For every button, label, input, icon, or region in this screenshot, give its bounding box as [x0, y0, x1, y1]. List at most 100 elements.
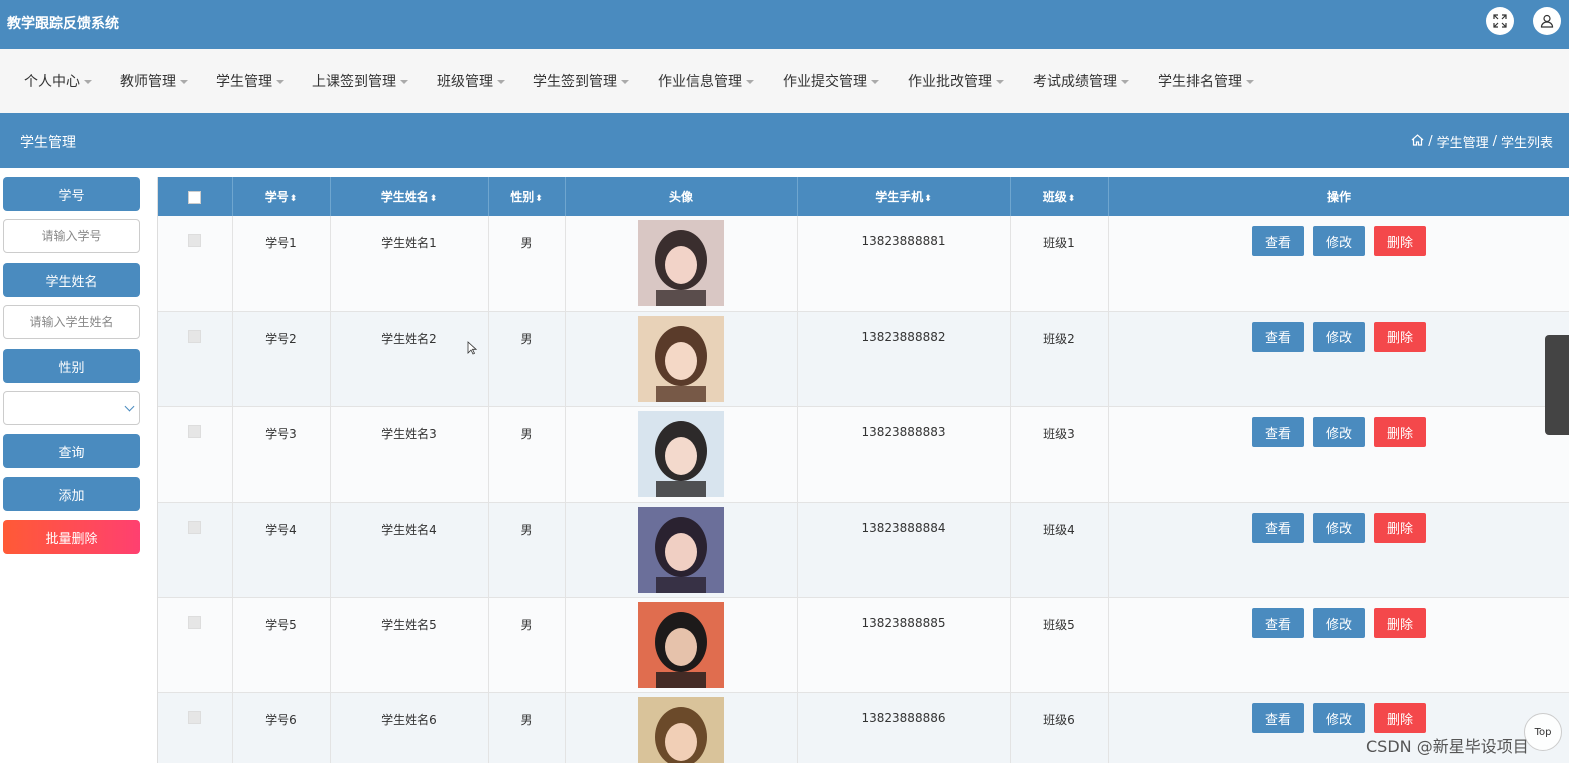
gender-cell: 男 — [488, 692, 566, 763]
avatar-cell — [565, 216, 798, 312]
breadcrumb-item-student-management[interactable]: 学生管理 — [1437, 132, 1489, 151]
avatar — [638, 697, 724, 763]
view-button[interactable]: 查看 — [1252, 321, 1304, 352]
column-header-gender[interactable]: 性别⬍ — [488, 177, 566, 216]
view-button[interactable]: 查看 — [1252, 608, 1304, 639]
breadcrumb-separator: / — [1492, 134, 1497, 149]
actions-cell: 查看 修改 删除 — [1108, 597, 1569, 694]
view-button[interactable]: 查看 — [1252, 226, 1304, 256]
row-checkbox[interactable] — [188, 711, 202, 725]
student-no-input[interactable] — [3, 219, 140, 253]
student-name-cell: 学生姓名3 — [330, 406, 489, 503]
breadcrumb-item-student-list: 学生列表 — [1500, 136, 1553, 151]
row-checkbox[interactable] — [188, 425, 202, 439]
avatar — [638, 220, 724, 306]
edit-button[interactable]: 修改 — [1313, 512, 1365, 543]
phone-cell: 13823888884 — [797, 502, 1011, 599]
chevron-down-icon — [871, 80, 879, 84]
view-button[interactable]: 查看 — [1252, 417, 1304, 448]
mouse-cursor-icon — [467, 341, 477, 355]
sort-icon[interactable]: ⬍ — [924, 194, 932, 204]
class-cell: 班级3 — [1010, 406, 1109, 503]
actions-cell: 查看 修改 删除 — [1108, 502, 1569, 599]
delete-button[interactable]: 删除 — [1374, 321, 1426, 352]
actions-cell: 查看 修改 删除 — [1108, 311, 1569, 408]
gender-cell: 男 — [488, 311, 566, 408]
menu-item-student-ranking-management[interactable]: 学生排名管理 — [1158, 71, 1254, 91]
sort-icon[interactable]: ⬍ — [430, 194, 438, 204]
back-to-top-button[interactable]: Top — [1524, 713, 1562, 751]
row-checkbox[interactable] — [188, 616, 202, 630]
menu-item-exam-score-management[interactable]: 考试成绩管理 — [1033, 71, 1129, 91]
select-all-checkbox[interactable] — [188, 190, 202, 204]
row-select-cell — [158, 692, 233, 763]
chevron-down-icon — [180, 80, 188, 84]
edit-button[interactable]: 修改 — [1313, 417, 1365, 448]
sort-icon[interactable]: ⬍ — [535, 194, 543, 204]
edit-button[interactable]: 修改 — [1313, 608, 1365, 639]
avatar — [638, 411, 724, 498]
view-button[interactable]: 查看 — [1252, 703, 1304, 734]
delete-button[interactable]: 删除 — [1374, 226, 1426, 256]
view-button[interactable]: 查看 — [1252, 512, 1304, 543]
menu-item-teacher-management[interactable]: 教师管理 — [120, 71, 188, 91]
menu-item-student-management[interactable]: 学生管理 — [216, 71, 284, 91]
delete-button[interactable]: 删除 — [1374, 703, 1426, 734]
chevron-down-icon — [1246, 80, 1254, 84]
student-name-cell: 学生姓名1 — [330, 216, 489, 312]
chevron-down-icon — [497, 80, 505, 84]
search-button[interactable]: 查询 — [3, 434, 140, 468]
home-icon[interactable] — [1411, 133, 1424, 150]
row-checkbox[interactable] — [188, 329, 202, 343]
row-checkbox[interactable] — [188, 520, 202, 534]
add-button[interactable]: 添加 — [3, 477, 140, 511]
sort-icon[interactable]: ⬍ — [290, 194, 298, 204]
row-select-cell — [158, 216, 233, 312]
row-select-cell — [158, 597, 233, 694]
menu-item-homework-grading-management[interactable]: 作业批改管理 — [908, 71, 1004, 91]
edit-button[interactable]: 修改 — [1313, 226, 1365, 256]
class-cell: 班级5 — [1010, 597, 1109, 694]
avatar-cell — [565, 502, 798, 599]
top-bar: 教学跟踪反馈系统 — [0, 0, 1569, 49]
fullscreen-icon[interactable] — [1486, 7, 1514, 35]
chevron-down-icon — [996, 80, 1004, 84]
phone-cell: 13823888882 — [797, 311, 1011, 408]
avatar-cell — [565, 692, 798, 763]
phone-cell: 13823888885 — [797, 597, 1011, 694]
delete-button[interactable]: 删除 — [1374, 512, 1426, 543]
menu-item-class-checkin-management[interactable]: 上课签到管理 — [312, 71, 408, 91]
student-name-input[interactable] — [3, 305, 140, 339]
gender-label: 性别 — [3, 349, 140, 383]
column-header-actions: 操作 — [1108, 177, 1569, 216]
user-icon[interactable] — [1533, 7, 1561, 35]
menu-item-homework-submit-management[interactable]: 作业提交管理 — [783, 71, 879, 91]
menu-item-student-checkin-management[interactable]: 学生签到管理 — [533, 71, 629, 91]
student-no-label: 学号 — [3, 177, 140, 211]
table-header-row: 学号⬍ 学生姓名⬍ 性别⬍ 头像 学生手机⬍ 班级⬍ 操作 — [158, 177, 1569, 216]
row-checkbox[interactable] — [188, 234, 202, 247]
phone-cell: 13823888883 — [797, 406, 1011, 503]
column-header-student-no[interactable]: 学号⬍ — [232, 177, 331, 216]
menu-item-homework-info-management[interactable]: 作业信息管理 — [658, 71, 754, 91]
avatar — [638, 506, 724, 593]
delete-button[interactable]: 删除 — [1374, 417, 1426, 448]
delete-button[interactable]: 删除 — [1374, 608, 1426, 639]
watermark: CSDN @新星毕设项目 — [1366, 737, 1529, 756]
column-header-class[interactable]: 班级⬍ — [1010, 177, 1109, 216]
side-drawer-handle[interactable] — [1545, 335, 1569, 435]
menu-item-class-management[interactable]: 班级管理 — [437, 71, 505, 91]
class-cell: 班级6 — [1010, 692, 1109, 763]
table-row: 学号6 学生姓名6 男 13823888886 班级6 查看 修改 删除 — [158, 692, 1569, 763]
gender-cell: 男 — [488, 502, 566, 599]
column-header-student-name[interactable]: 学生姓名⬍ — [330, 177, 489, 216]
column-header-phone[interactable]: 学生手机⬍ — [797, 177, 1011, 216]
edit-button[interactable]: 修改 — [1313, 321, 1365, 352]
batch-delete-button[interactable]: 批量删除 — [3, 520, 140, 554]
gender-select[interactable] — [3, 391, 140, 425]
edit-button[interactable]: 修改 — [1313, 703, 1365, 734]
menu-item-personal-center[interactable]: 个人中心 — [24, 71, 92, 91]
student-no-cell: 学号6 — [232, 692, 331, 763]
student-name-label: 学生姓名 — [3, 263, 140, 297]
sort-icon[interactable]: ⬍ — [1068, 194, 1076, 204]
